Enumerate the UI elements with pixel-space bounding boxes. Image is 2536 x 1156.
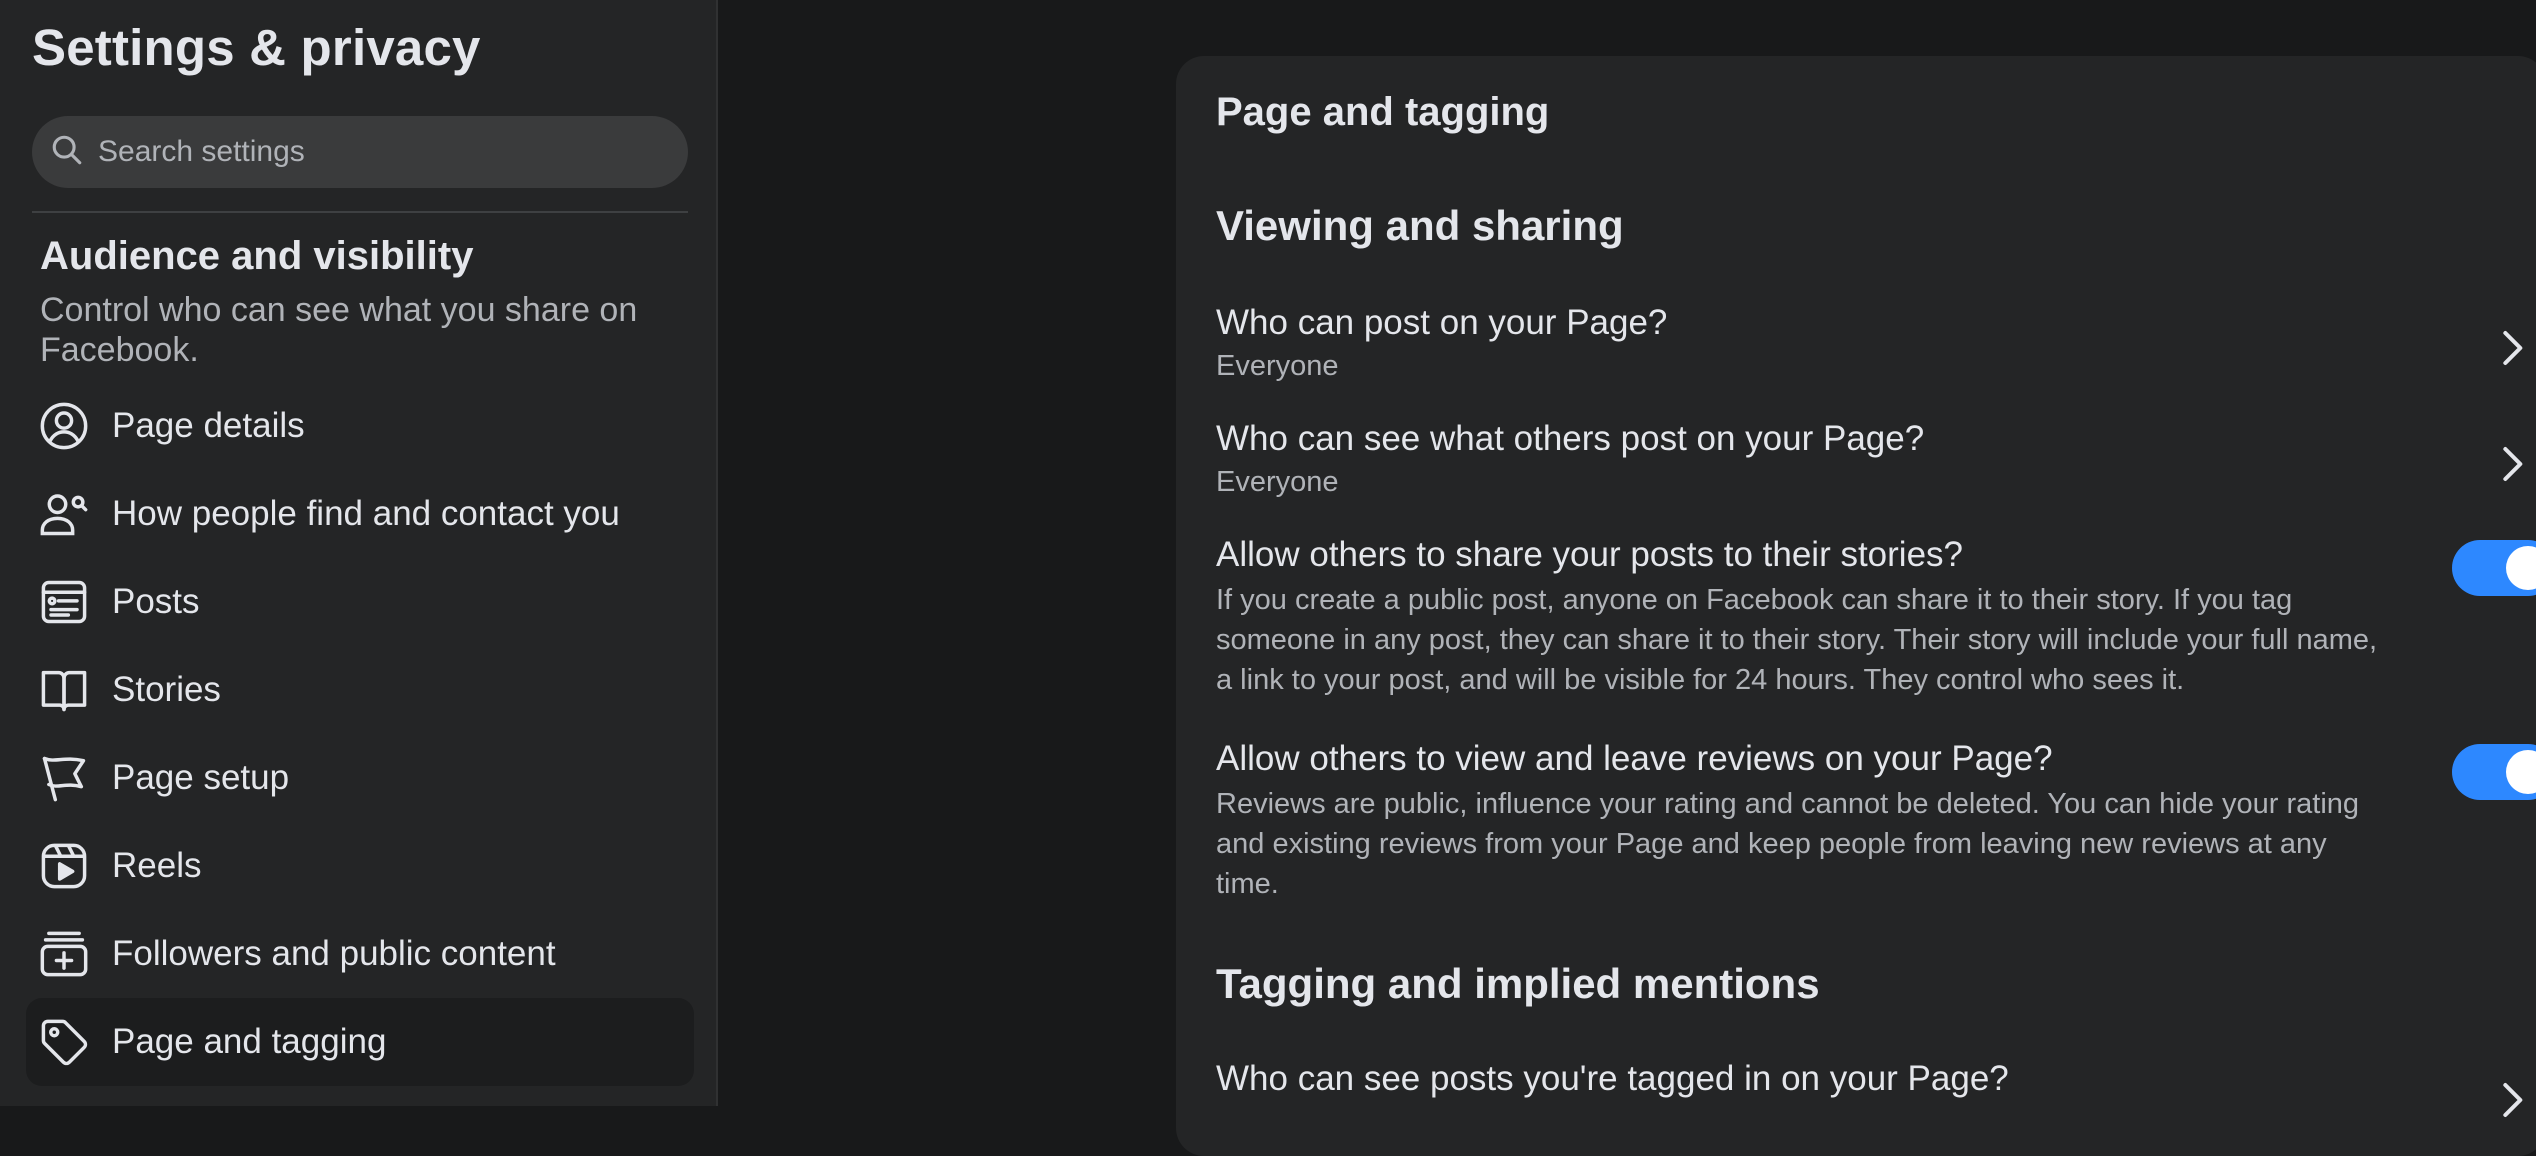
who-can-post-row[interactable]: Who can post on your Page? Everyone xyxy=(1216,302,2536,402)
sidebar-divider xyxy=(32,211,688,213)
settings-sidebar: Settings & privacy Audience and visibili… xyxy=(0,0,718,1106)
chevron-right-icon xyxy=(2503,1083,2523,1117)
sidebar-item-page-setup[interactable]: Page setup xyxy=(26,734,694,822)
search-box[interactable] xyxy=(32,116,688,188)
posts-icon xyxy=(38,576,90,628)
who-can-post-title: Who can post on your Page? xyxy=(1216,303,1668,342)
sidebar-item-posts[interactable]: Posts xyxy=(26,558,694,646)
settings-card: Page and tagging Viewing and sharing Who… xyxy=(1176,56,2536,1156)
reviews-description: Reviews are public, influence your ratin… xyxy=(1216,788,2360,900)
sidebar-nav: Page details How people find and contact… xyxy=(26,382,694,1086)
sidebar-item-label: Page and tagging xyxy=(112,1022,387,1061)
toggle-knob xyxy=(2506,546,2536,590)
sidebar-item-label: Page details xyxy=(112,406,305,445)
tagging-heading: Tagging and implied mentions xyxy=(1216,960,1820,1007)
sidebar-item-label: Reels xyxy=(112,846,202,885)
sidebar-item-stories[interactable]: Stories xyxy=(26,646,694,734)
sidebar-item-reels[interactable]: Reels xyxy=(26,822,694,910)
reviews-title: Allow others to view and leave reviews o… xyxy=(1216,739,2053,778)
sidebar-item-label: Stories xyxy=(112,670,221,709)
who-can-see-tagged-row[interactable]: Who can see posts you're tagged in on yo… xyxy=(1216,1058,2536,1118)
sidebar-title: Settings & privacy xyxy=(32,19,481,76)
viewing-sharing-heading: Viewing and sharing xyxy=(1216,202,1624,249)
user-circle-icon xyxy=(38,400,90,452)
who-can-see-value: Everyone xyxy=(1216,466,1339,498)
main-content: Page and tagging Viewing and sharing Who… xyxy=(720,0,2536,1156)
card-title: Page and tagging xyxy=(1216,90,1550,134)
reels-icon xyxy=(38,840,90,892)
sidebar-item-label: Followers and public content xyxy=(112,934,556,973)
tag-icon xyxy=(38,1016,90,1068)
toggle-knob xyxy=(2506,750,2536,794)
section-description: Control who can see what you share on Fa… xyxy=(40,291,638,369)
reviews-toggle[interactable] xyxy=(2452,744,2536,800)
share-stories-row: Allow others to share your posts to thei… xyxy=(1216,534,2536,724)
sidebar-item-page-and-tagging[interactable]: Page and tagging xyxy=(26,998,694,1086)
book-icon xyxy=(38,664,90,716)
who-can-see-title: Who can see what others post on your Pag… xyxy=(1216,419,1925,458)
chevron-right-icon xyxy=(2503,447,2523,481)
people-search-icon xyxy=(38,488,90,540)
who-can-post-value: Everyone xyxy=(1216,350,1339,382)
sidebar-item-page-details[interactable]: Page details xyxy=(26,382,694,470)
share-stories-title: Allow others to share your posts to thei… xyxy=(1216,535,1964,574)
chevron-right-icon xyxy=(2503,331,2523,365)
who-can-see-others-row[interactable]: Who can see what others post on your Pag… xyxy=(1216,418,2536,518)
sidebar-item-label: Posts xyxy=(112,582,200,621)
sidebar-item-followers[interactable]: Followers and public content xyxy=(26,910,694,998)
search-icon xyxy=(50,133,84,172)
flag-icon xyxy=(38,752,90,804)
section-title: Audience and visibility xyxy=(40,234,474,278)
who-can-see-tagged-title: Who can see posts you're tagged in on yo… xyxy=(1216,1059,2009,1098)
share-stories-toggle[interactable] xyxy=(2452,540,2536,596)
search-input[interactable] xyxy=(96,134,660,170)
reviews-row: Allow others to view and leave reviews o… xyxy=(1216,738,2536,918)
share-stories-description: If you create a public post, anyone on F… xyxy=(1216,584,2378,696)
sidebar-item-label: How people find and contact you xyxy=(112,494,620,533)
sidebar-item-how-people-find[interactable]: How people find and contact you xyxy=(26,470,694,558)
sidebar-item-label: Page setup xyxy=(112,758,290,797)
followers-icon xyxy=(38,928,90,980)
